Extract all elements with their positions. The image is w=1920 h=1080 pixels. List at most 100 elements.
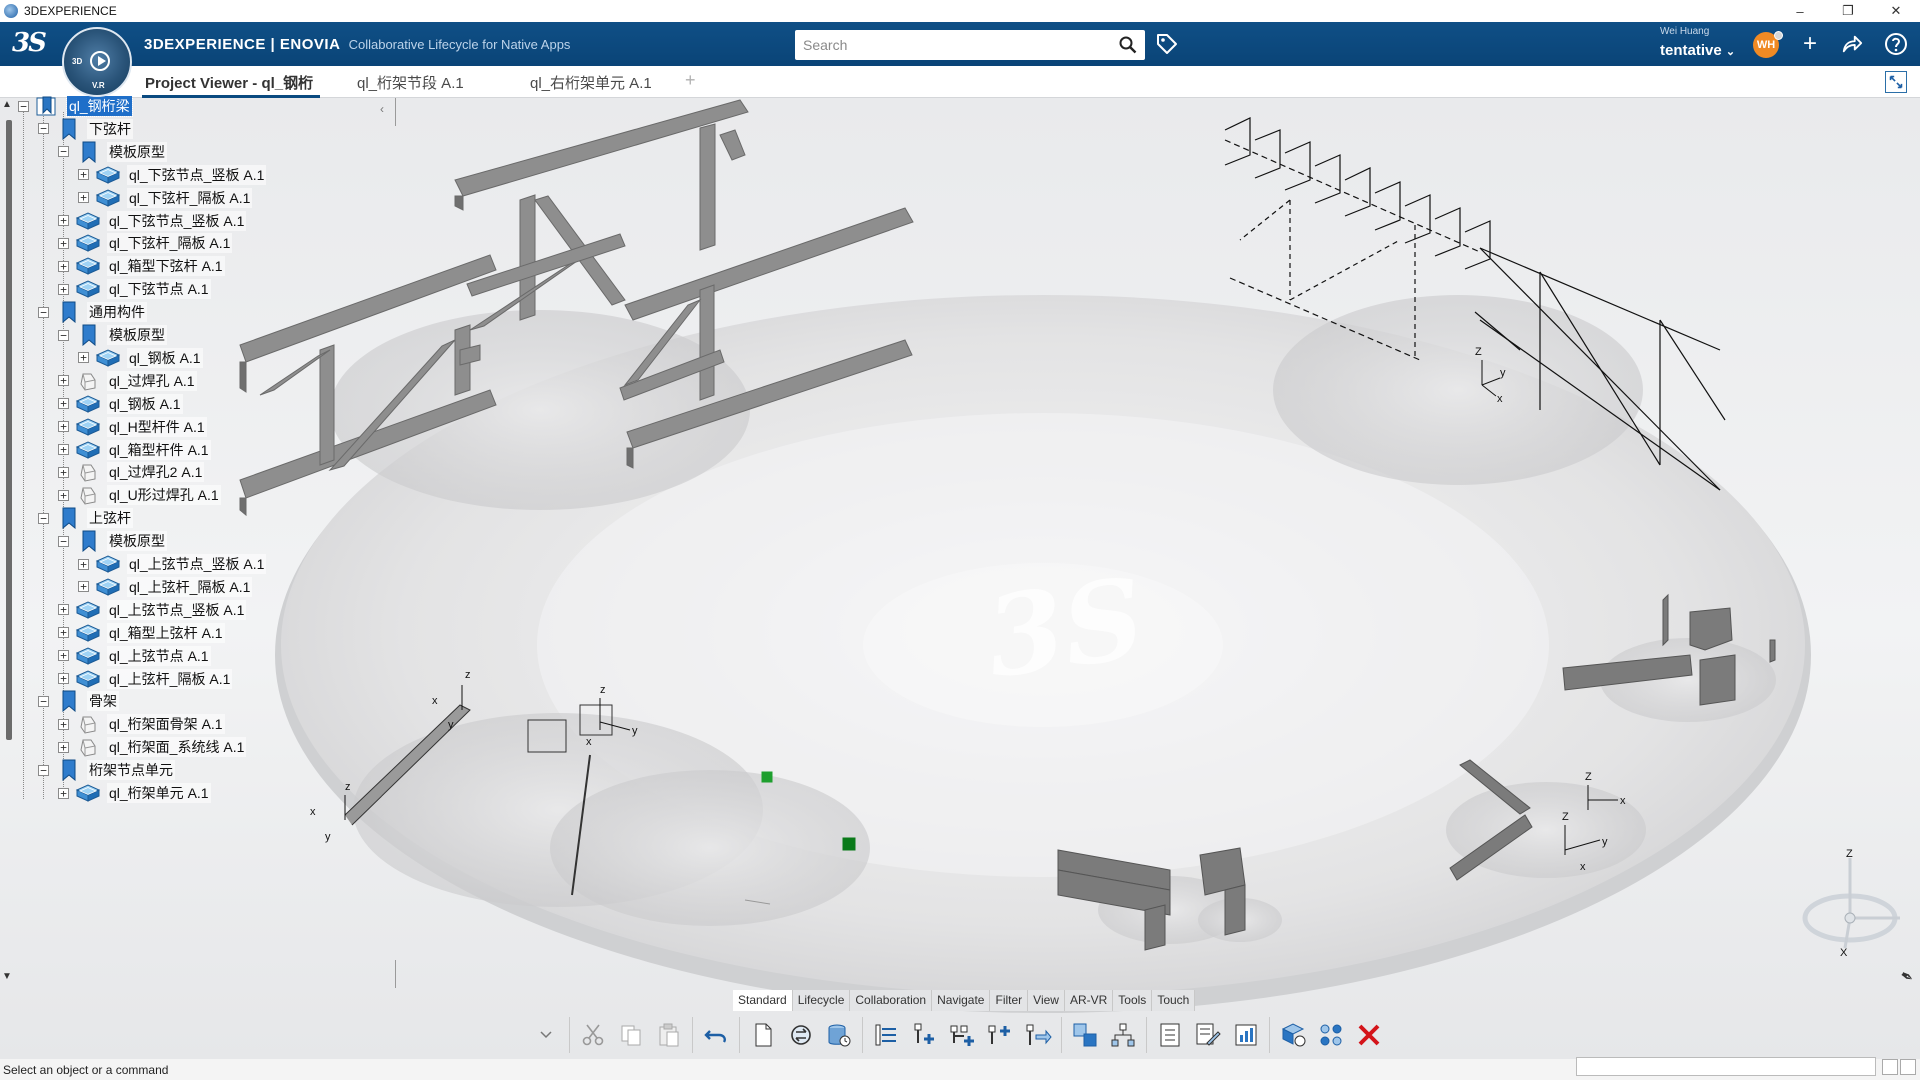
- tree-node[interactable]: − 模板原型: [58, 530, 167, 553]
- tree-node-label[interactable]: 模板原型: [107, 325, 167, 345]
- expand-node-icon[interactable]: +: [78, 352, 89, 364]
- tree-node[interactable]: + ql_钢板 A.1: [78, 347, 203, 369]
- tree-node-label[interactable]: ql_箱型上弦杆 A.1: [107, 622, 225, 643]
- tree-node[interactable]: − ql_钢桁梁: [18, 95, 133, 117]
- tree-node-label[interactable]: 下弦杆: [87, 118, 133, 139]
- tree-node[interactable]: + ql_H型杆件 A.1: [58, 416, 207, 438]
- expand-node-icon[interactable]: +: [58, 215, 69, 226]
- paste-icon[interactable]: [654, 1020, 684, 1050]
- tree-node[interactable]: + ql_下弦杆_隔板 A.1: [58, 232, 233, 254]
- tree-node[interactable]: − 上弦杆: [38, 507, 133, 530]
- tab-right-truss-unit[interactable]: ql_右桁架单元 A.1: [530, 72, 652, 93]
- tree-node-label[interactable]: ql_过焊孔 A.1: [107, 370, 197, 391]
- expand-node-icon[interactable]: +: [58, 489, 69, 501]
- insert-new-icon[interactable]: [947, 1020, 977, 1050]
- ds-logo-icon[interactable]: 3S: [12, 28, 47, 58]
- play-icon[interactable]: [90, 51, 110, 71]
- expand-node-icon[interactable]: +: [58, 260, 69, 272]
- add-child-icon[interactable]: [985, 1020, 1015, 1050]
- tree-node-label[interactable]: ql_桁架面骨架 A.1: [107, 714, 225, 735]
- maximize-view-icon[interactable]: [1885, 71, 1907, 93]
- expand-node-icon[interactable]: +: [78, 558, 89, 570]
- tree-node[interactable]: − 桁架节点单元: [38, 759, 175, 782]
- tree-node-label[interactable]: ql_上弦节点 A.1: [107, 645, 211, 666]
- database-clock-icon[interactable]: [824, 1020, 854, 1050]
- action-tab-lifecycle[interactable]: Lifecycle: [792, 990, 851, 1011]
- action-tab-filter[interactable]: Filter: [990, 990, 1029, 1011]
- undo-icon[interactable]: [701, 1020, 731, 1050]
- expand-node-icon[interactable]: +: [58, 718, 69, 730]
- tree-node-label[interactable]: ql_上弦杆_隔板 A.1: [127, 576, 253, 597]
- tree-node-label[interactable]: ql_下弦节点 A.1: [107, 279, 211, 300]
- action-tab-navigate[interactable]: Navigate: [932, 990, 991, 1011]
- expand-node-icon[interactable]: +: [58, 375, 69, 387]
- copy-icon[interactable]: [616, 1020, 646, 1050]
- tree-node-label[interactable]: ql_下弦杆_隔板 A.1: [127, 187, 253, 208]
- tree-scrollbar-thumb[interactable]: [6, 120, 12, 740]
- report-icon[interactable]: [1231, 1020, 1261, 1050]
- collapse-node-icon[interactable]: −: [18, 100, 29, 112]
- tree-node[interactable]: + ql_下弦杆_隔板 A.1: [78, 187, 253, 209]
- tree-node-label[interactable]: ql_过焊孔2 A.1: [107, 462, 205, 483]
- expand-node-icon[interactable]: +: [58, 787, 69, 799]
- tree-node-label[interactable]: ql_H型杆件 A.1: [107, 416, 207, 437]
- tree-node[interactable]: − 通用构件: [38, 301, 147, 324]
- action-tab-ar-vr[interactable]: AR-VR: [1064, 990, 1114, 1011]
- expand-node-icon[interactable]: +: [58, 627, 69, 639]
- orientation-triad[interactable]: Z X: [1795, 848, 1905, 958]
- tree-node-label[interactable]: 模板原型: [107, 141, 167, 162]
- tree-node[interactable]: − 模板原型: [58, 141, 167, 163]
- expand-node-icon[interactable]: +: [78, 192, 89, 204]
- tree-node[interactable]: + ql_下弦节点_竖板 A.1: [58, 210, 247, 232]
- expand-node-icon[interactable]: +: [58, 741, 69, 753]
- tree-node-label[interactable]: ql_桁架单元 A.1: [107, 783, 211, 803]
- tree-node[interactable]: + ql_桁架面骨架 A.1: [58, 713, 225, 735]
- tree-node-label[interactable]: ql_桁架面_系统线 A.1: [107, 737, 247, 758]
- collapse-tree-icon[interactable]: ‹: [380, 102, 384, 116]
- collapse-node-icon[interactable]: −: [38, 512, 49, 524]
- expand-node-icon[interactable]: +: [58, 673, 69, 684]
- collapse-node-icon[interactable]: −: [38, 306, 49, 318]
- tree-node-label[interactable]: 桁架节点单元: [87, 760, 175, 781]
- expand-node-icon[interactable]: +: [58, 237, 69, 249]
- dropdown-icon[interactable]: [531, 1020, 561, 1050]
- tree-node-label[interactable]: ql_上弦节点_竖板 A.1: [107, 599, 247, 620]
- edit-properties-icon[interactable]: [1193, 1020, 1223, 1050]
- user-status-dropdown[interactable]: tentative ⌄: [1660, 42, 1735, 59]
- structure-list-icon[interactable]: [871, 1020, 901, 1050]
- tree-node[interactable]: + ql_上弦杆_隔板 A.1: [58, 668, 233, 690]
- collapse-node-icon[interactable]: −: [38, 764, 49, 776]
- explore-icon[interactable]: [1070, 1020, 1100, 1050]
- tree-node[interactable]: + ql_过焊孔 A.1: [58, 370, 197, 392]
- close-window-button[interactable]: ✕: [1876, 0, 1916, 22]
- restore-button[interactable]: ❐: [1828, 0, 1868, 22]
- tree-node-label[interactable]: 模板原型: [107, 531, 167, 552]
- sync-icon[interactable]: [786, 1020, 816, 1050]
- expand-node-icon[interactable]: +: [58, 283, 69, 295]
- scroll-down-icon[interactable]: ▼: [2, 971, 12, 982]
- delete-icon[interactable]: [1354, 1020, 1384, 1050]
- search-input[interactable]: [795, 30, 1105, 60]
- collapse-node-icon[interactable]: −: [58, 146, 69, 158]
- tree-node-label[interactable]: ql_下弦节点_竖板 A.1: [107, 210, 247, 231]
- tree-node[interactable]: + ql_过焊孔2 A.1: [58, 461, 205, 483]
- action-tab-view[interactable]: View: [1028, 990, 1065, 1011]
- properties-icon[interactable]: [1155, 1020, 1185, 1050]
- tree-node[interactable]: + ql_下弦节点_竖板 A.1: [78, 164, 267, 186]
- expand-node-icon[interactable]: +: [58, 421, 69, 433]
- status-toggle[interactable]: [1882, 1059, 1898, 1075]
- share-icon[interactable]: [1838, 30, 1866, 58]
- tree-node-label[interactable]: ql_钢板 A.1: [127, 347, 203, 368]
- add-tab-icon[interactable]: +: [685, 70, 696, 91]
- expand-node-icon[interactable]: +: [58, 650, 69, 662]
- tree-node[interactable]: + ql_下弦节点 A.1: [58, 278, 211, 300]
- cut-icon[interactable]: [578, 1020, 608, 1050]
- tree-node[interactable]: − 模板原型: [58, 324, 167, 347]
- tree-node[interactable]: + ql_箱型上弦杆 A.1: [58, 622, 225, 644]
- tree-node[interactable]: + ql_U形过焊孔 A.1: [58, 484, 221, 506]
- action-tab-collaboration[interactable]: Collaboration: [850, 990, 933, 1011]
- expand-node-icon[interactable]: +: [78, 169, 89, 181]
- expand-node-icon[interactable]: +: [58, 604, 69, 616]
- tree-node[interactable]: + ql_箱型杆件 A.1: [58, 439, 211, 461]
- tree-node-label[interactable]: 骨架: [87, 691, 119, 712]
